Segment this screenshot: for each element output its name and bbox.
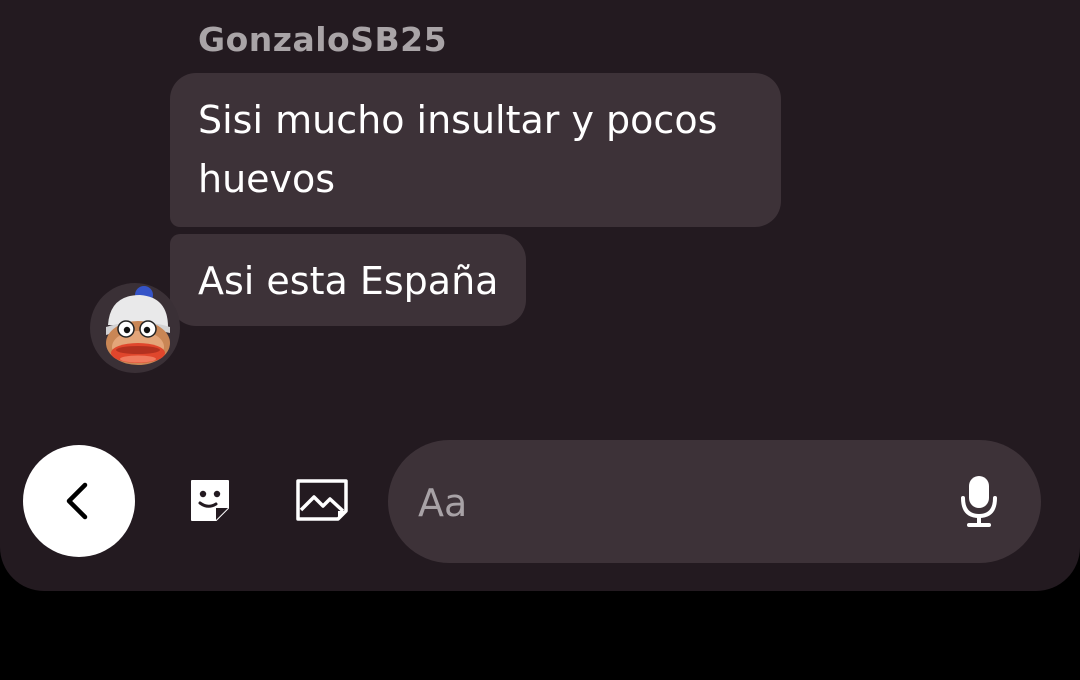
- image-button[interactable]: [292, 470, 352, 530]
- microphone-button[interactable]: [948, 470, 1010, 532]
- message-input-box[interactable]: [388, 440, 1041, 563]
- microphone-icon: [961, 476, 997, 527]
- avatar[interactable]: [90, 283, 180, 373]
- chat-panel: GonzaloSB25 Sisi mucho insultar y pocos …: [0, 0, 1080, 591]
- message-bubble[interactable]: Sisi mucho insultar y pocos huevos: [170, 73, 781, 227]
- monkey-avatar-icon: [106, 286, 170, 365]
- sticker-button[interactable]: [180, 470, 240, 530]
- image-icon: [296, 479, 348, 521]
- back-button[interactable]: [23, 445, 135, 557]
- sticker-icon: [191, 480, 229, 521]
- sender-name: GonzaloSB25: [198, 20, 448, 59]
- message-composer: [0, 440, 1080, 565]
- message-bubble[interactable]: Asi esta España: [170, 234, 527, 326]
- chevron-left-icon: [66, 482, 88, 520]
- message-input[interactable]: [416, 470, 920, 536]
